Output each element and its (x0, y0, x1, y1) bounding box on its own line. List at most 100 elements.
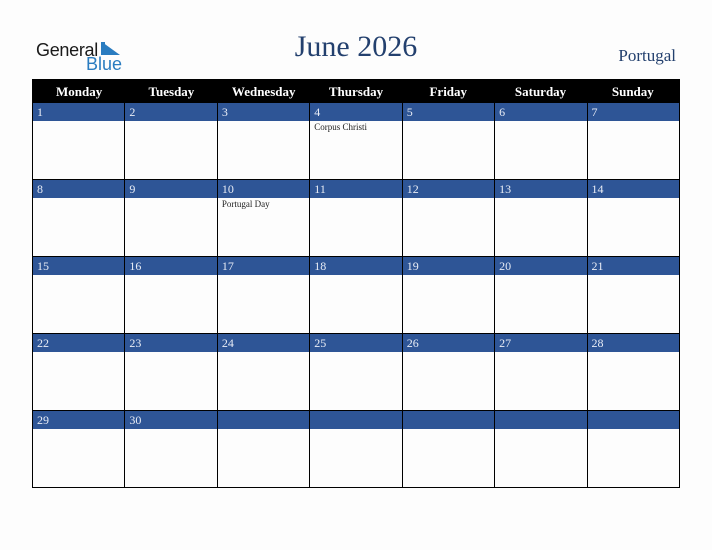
holiday-label (33, 198, 124, 199)
day-number: 13 (495, 180, 587, 198)
day-cell[interactable] (309, 411, 402, 487)
day-number: 6 (495, 103, 587, 121)
day-number: 7 (587, 103, 679, 121)
day-cell[interactable]: 18 (309, 257, 402, 333)
day-cell[interactable]: 1 (33, 103, 125, 179)
weekday-header: Monday Tuesday Wednesday Thursday Friday… (33, 80, 679, 103)
holiday-label (588, 121, 679, 122)
day-cell[interactable]: 24 (216, 334, 310, 410)
day-number (587, 411, 679, 429)
day-number: 3 (217, 103, 310, 121)
holiday-label (403, 121, 494, 122)
holiday-label (218, 275, 309, 276)
day-cell[interactable] (494, 411, 587, 487)
holiday-label (310, 275, 401, 276)
holiday-label (33, 275, 124, 276)
day-number: 22 (33, 334, 125, 352)
day-cell[interactable]: 8 (33, 180, 125, 256)
weekday-label: Friday (429, 84, 468, 99)
holiday-label: Portugal Day (221, 199, 270, 209)
weekday-label: Tuesday (148, 84, 195, 99)
day-cell[interactable] (216, 411, 310, 487)
holiday-label (218, 352, 309, 353)
day-cell[interactable]: 11 (309, 180, 402, 256)
holiday-label (588, 198, 679, 199)
day-number: 28 (587, 334, 679, 352)
day-cell[interactable]: 15 (33, 257, 125, 333)
holiday-label (495, 121, 586, 122)
day-number: 11 (310, 180, 402, 198)
holiday-label (125, 352, 216, 353)
day-cell[interactable]: 19 (401, 257, 495, 333)
calendar-title: June 2026 (294, 30, 418, 63)
day-cell[interactable]: 16 (124, 257, 217, 333)
day-cell[interactable]: 2 (124, 103, 217, 179)
weeks-container: 1 2 3 4 Corpus Christi 5 6 7 8 9 10 Portugal Day 11 1… (33, 103, 679, 487)
week-row: 15 16 17 18 19 20 21 (33, 256, 679, 333)
holiday-label (588, 429, 679, 430)
day-cell[interactable]: 29 (33, 411, 125, 487)
day-cell[interactable]: 22 (33, 334, 125, 410)
day-number: 27 (495, 334, 587, 352)
day-cell[interactable]: 6 (494, 103, 587, 179)
day-number (495, 411, 587, 429)
holiday-label (33, 121, 124, 122)
day-cell[interactable]: 23 (124, 334, 217, 410)
day-number: 19 (402, 257, 495, 275)
holiday-label: Corpus Christi (314, 122, 368, 132)
holiday-label (495, 429, 586, 430)
day-number: 26 (402, 334, 495, 352)
day-cell[interactable]: 13 (494, 180, 587, 256)
week-row: 8 9 10 Portugal Day 11 12 13 14 (33, 179, 679, 256)
holiday-label (403, 275, 494, 276)
day-cell[interactable]: 20 (494, 257, 587, 333)
day-cell[interactable] (401, 411, 495, 487)
day-number: 30 (125, 411, 217, 429)
day-number: 4 (310, 103, 402, 121)
day-cell[interactable]: 5 (401, 103, 495, 179)
day-cell[interactable]: 9 (124, 180, 217, 256)
day-number: 16 (125, 257, 217, 275)
day-cell[interactable]: 21 (586, 257, 679, 333)
holiday-label (125, 275, 216, 276)
holiday-label (403, 352, 494, 353)
day-cell[interactable]: 28 (586, 334, 679, 410)
holiday-label (588, 352, 679, 353)
day-cell[interactable] (586, 411, 679, 487)
day-cell[interactable]: 26 (401, 334, 495, 410)
weekday-label: Thursday (328, 84, 384, 99)
day-cell[interactable]: 17 (216, 257, 310, 333)
holiday-label (310, 352, 401, 353)
day-number: 21 (587, 257, 679, 275)
day-cell[interactable]: 25 (309, 334, 402, 410)
week-row: 22 23 24 25 26 27 28 (33, 333, 679, 410)
day-number: 9 (125, 180, 217, 198)
day-number: 18 (310, 257, 402, 275)
holiday-label (403, 429, 494, 430)
day-cell[interactable]: 12 (401, 180, 495, 256)
day-number: 29 (33, 411, 125, 429)
day-number (402, 411, 495, 429)
day-number: 5 (402, 103, 495, 121)
day-cell[interactable]: 4 Corpus Christi (309, 103, 402, 179)
day-number: 17 (217, 257, 310, 275)
day-cell[interactable]: 10 Portugal Day (216, 180, 310, 256)
holiday-label (125, 121, 216, 122)
day-cell[interactable]: 14 (586, 180, 679, 256)
holiday-label (403, 198, 494, 199)
day-cell[interactable]: 27 (494, 334, 587, 410)
day-number: 2 (125, 103, 217, 121)
day-cell[interactable]: 3 (216, 103, 310, 179)
day-number (217, 411, 310, 429)
day-number: 25 (310, 334, 402, 352)
day-cell[interactable]: 7 (586, 103, 679, 179)
holiday-label (310, 429, 401, 430)
day-number: 10 (217, 180, 310, 198)
day-cell[interactable]: 30 (124, 411, 217, 487)
holiday-label (310, 198, 401, 199)
weekday-label: Saturday (514, 84, 567, 99)
day-number: 15 (33, 257, 125, 275)
country-label: Portugal (618, 46, 676, 65)
holiday-label (495, 275, 586, 276)
holiday-label (218, 121, 309, 122)
